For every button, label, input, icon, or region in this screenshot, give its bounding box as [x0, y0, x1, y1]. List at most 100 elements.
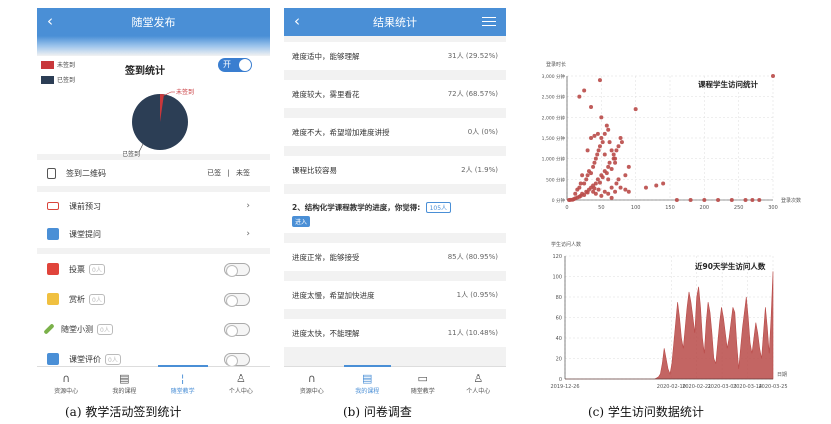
y-tick-label: 0 分钟 [552, 197, 566, 204]
tab-profile[interactable]: ♙ 个人中心 [451, 367, 507, 400]
y-tick-label: 1,000 分钟 [542, 156, 566, 163]
scatter-point [743, 198, 748, 202]
answer-row: 难度适中，能够理解 31人 (29.52%) [284, 42, 506, 70]
legend-swatch-unsigned [41, 60, 54, 69]
panel-sign-in: ‹ 随堂发布 未签到 已签到 签到统计 开 未签到 已签到 签到二维码 已签 |… [37, 8, 270, 400]
y-tick-label: 120 [552, 254, 562, 260]
scatter-point [771, 74, 775, 78]
appreciate-switch[interactable] [224, 292, 250, 307]
qr-row[interactable]: 签到二维码 已签 | 未签 [37, 160, 270, 186]
pie-label-signed: 已签到 [123, 150, 140, 158]
scatter-point [643, 185, 648, 190]
enter-button[interactable]: 进入 [292, 216, 311, 227]
scatter-point [757, 198, 762, 202]
scatter-point [582, 88, 587, 93]
chart-title: 近90天学生访问人数 [695, 261, 766, 271]
activity-appreciate[interactable]: 赏析 0人 [37, 284, 270, 314]
headphones-icon: ∩ [307, 372, 316, 385]
answer-label: 课程比较容易 [292, 165, 337, 175]
y-axis-label: 学生访问人数 [551, 241, 581, 248]
scatter-point [702, 198, 707, 202]
tab-label-class-teaching: 随堂教学 [170, 388, 195, 395]
user-icon: ♙ [473, 372, 484, 385]
scatter-point [580, 173, 585, 178]
scatter-point [597, 180, 602, 185]
tab-resource[interactable]: ∩ 资源中心 [284, 367, 340, 400]
sign-toggle[interactable]: 开 [218, 58, 252, 72]
x-tick-label: 0 [565, 205, 568, 211]
scatter-point [573, 191, 578, 196]
pie-label-unsigned: 未签到 [176, 88, 194, 96]
activity-quiz[interactable]: 随堂小测 0人 [37, 314, 270, 344]
evaluate-switch[interactable] [224, 352, 250, 367]
y-tick-label: 40 [556, 336, 562, 342]
tab-label-profile: 个人中心 [466, 388, 491, 395]
qr-status: 已签 | 未签 [207, 168, 250, 178]
tab-my-course[interactable]: ▤ 我的课程 [340, 365, 396, 400]
menu-item-preview[interactable]: 课前预习 › [37, 192, 270, 220]
scatter-point [599, 193, 604, 198]
scatter-point [688, 198, 693, 202]
back-icon[interactable]: ‹ [294, 12, 300, 30]
chart-title: 课程学生访问统计 [698, 79, 758, 89]
answer-count: 85人 (80.95%) [447, 253, 498, 261]
menu-item-question[interactable]: 课堂提问 › [37, 220, 270, 248]
vote-switch[interactable] [224, 262, 250, 277]
scatter-point [609, 167, 614, 171]
scatter-point [599, 136, 604, 140]
scatter-point [577, 94, 582, 99]
book-icon: ▤ [119, 372, 130, 385]
scatter-point [589, 171, 594, 176]
scatter-point [609, 185, 614, 190]
y-tick-label: 20 [556, 357, 562, 363]
tab-my-course[interactable]: ▤ 我的课程 [95, 367, 153, 400]
back-icon[interactable]: ‹ [47, 12, 53, 30]
scatter-point [585, 173, 590, 178]
scatter-point [633, 107, 638, 112]
answer-label: 难度较大，雾里看花 [292, 89, 360, 99]
scatter-point [596, 148, 601, 153]
qr-unsigned: 未签 [236, 169, 250, 177]
menu-label-preview: 课前预习 [69, 201, 101, 211]
answer-count: 31人 (29.52%) [447, 52, 498, 60]
y-tick-label: 100 [552, 275, 562, 281]
answer-count: 0人 (0%) [467, 128, 498, 136]
scatter-point [616, 177, 621, 182]
y-tick-label: 1,500 分钟 [542, 135, 566, 142]
scatter-point [575, 187, 580, 192]
scatter-point [619, 140, 624, 145]
tab-class-teaching[interactable]: ¦ 随堂教学 [154, 365, 212, 400]
y-tick-label: 80 [556, 295, 562, 301]
scatter-point [597, 144, 602, 149]
chevron-right-icon: › [246, 229, 250, 239]
question-2-header: 2、结构化学课程教学的进度，你觉得: 105人 进入 [284, 194, 506, 233]
clipboard-icon [47, 167, 56, 179]
scatter-point [618, 185, 623, 190]
y-tick-label: 2,000 分钟 [542, 114, 566, 121]
answer-row: 进度太慢，希望加快进度 1人 (0.95%) [284, 281, 506, 309]
answer-label: 进度正常，能够接受 [292, 252, 360, 262]
scatter-point [626, 164, 631, 169]
scatter-point [654, 183, 659, 188]
question-icon [47, 228, 59, 240]
answer-row: 进度太快，不能理解 11人 (10.48%) [284, 319, 506, 347]
tab-resource[interactable]: ∩ 资源中心 [37, 367, 95, 400]
activity-vote[interactable]: 投票 0人 [37, 254, 270, 284]
quiz-switch[interactable] [224, 322, 250, 337]
scatter-point [595, 177, 600, 182]
tab-class-teaching[interactable]: ▭ 随堂教学 [395, 367, 451, 400]
legend-unsigned: 未签到 [57, 62, 76, 69]
scatter-point [606, 191, 611, 196]
menu-icon[interactable] [482, 14, 496, 29]
activity-label-vote: 投票 [69, 264, 85, 274]
x-tick-label: 2019-12-26 [550, 384, 579, 390]
tab-profile[interactable]: ♙ 个人中心 [212, 367, 270, 400]
area-chart: 学生访问人数0204060801001202019-12-26 2020-02-1… [550, 241, 787, 390]
scatter-point [595, 152, 600, 157]
scatter-point [582, 181, 587, 186]
scatter-chart: 登录时长 0 分钟 500 分钟 1,000 分钟 1,500 分钟 2,000 分钟 2,… [542, 61, 801, 211]
answer-label: 难度适中，能够理解 [292, 51, 360, 61]
scatter-point [602, 131, 607, 136]
question-title: 2、结构化学课程教学的进度，你觉得: [292, 203, 421, 212]
y-tick-label: 3,000 分钟 [542, 73, 566, 80]
